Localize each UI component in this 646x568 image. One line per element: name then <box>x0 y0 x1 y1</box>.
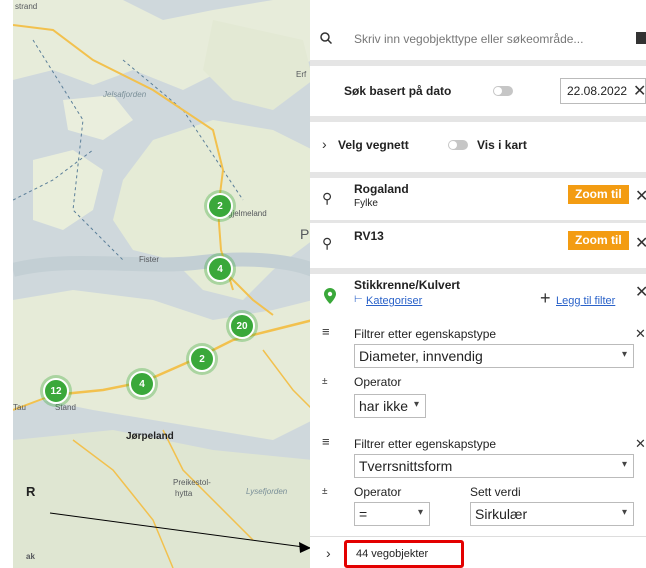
map-cluster-marker[interactable]: 12 <box>43 378 69 404</box>
filter-icon: ≡ <box>322 324 330 339</box>
map-label: R <box>26 484 36 499</box>
date-filter-label: Søk basert på dato <box>344 84 452 98</box>
categorize-link[interactable]: Kategoriser <box>366 295 422 307</box>
chevron-down-icon: ▾ <box>621 459 627 470</box>
map-label: Fister <box>139 255 159 264</box>
chevron-down-icon: ▾ <box>621 349 627 360</box>
area-name: RV13 <box>354 229 384 243</box>
search-bar: Skriv inn vegobjekttype eller søkeområde… <box>310 0 646 60</box>
date-filter-toggle[interactable] <box>493 86 513 96</box>
map-layers-icon[interactable] <box>636 32 646 44</box>
map-label: hytta <box>175 489 193 498</box>
road-network-label: Velg vegnett <box>338 138 409 152</box>
property-value: Tverrsnittsform <box>359 458 453 474</box>
operator-label: Operator <box>354 485 402 499</box>
road-network-row[interactable]: › Velg vegnett Vis i kart <box>310 122 646 172</box>
filter-icon: ≡ <box>322 434 330 449</box>
map-label-water: Jelsafjorden <box>103 90 147 99</box>
chevron-down-icon: ▾ <box>621 507 627 518</box>
filter-heading: Filtrer etter egenskapstype <box>354 327 497 341</box>
object-type-name: Stikkrenne/Kulvert <box>354 278 461 292</box>
map-cluster-marker[interactable]: 4 <box>207 256 233 282</box>
clear-date-icon[interactable]: ✕ <box>633 81 646 101</box>
remove-area-icon[interactable]: ✕ <box>635 186 646 206</box>
zoom-to-button[interactable]: Zoom til <box>568 185 629 204</box>
object-type-card: Stikkrenne/Kulvert ⊢ Kategoriser + Legg … <box>310 274 646 568</box>
value-value: Sirkulær <box>475 506 528 522</box>
date-value: 22.08.2022 <box>567 84 628 98</box>
remove-area-icon[interactable]: ✕ <box>635 233 646 253</box>
operator-value: = <box>359 506 368 522</box>
map-label: Preikestol- <box>173 478 211 487</box>
results-count: 44 vegobjekter <box>356 548 429 560</box>
location-pin-icon: ⚲ <box>322 190 333 206</box>
operator-select[interactable]: = ▾ <box>354 502 430 526</box>
location-pin-icon: ⚲ <box>322 235 333 251</box>
chevron-down-icon: ▾ <box>413 399 419 410</box>
date-filter-row: Søk basert på dato 22.08.2022 ✕ <box>310 66 646 116</box>
show-network-toggle[interactable] <box>448 140 468 150</box>
property-value: Diameter, innvendig <box>359 348 483 364</box>
categorize-icon: ⊢ <box>354 294 363 305</box>
map-cluster-marker[interactable]: 20 <box>229 313 255 339</box>
value-label: Sett verdi <box>470 485 521 499</box>
remove-filter-icon[interactable]: ✕ <box>635 326 646 342</box>
green-pin-icon <box>324 288 336 304</box>
map-cluster-marker[interactable]: 2 <box>189 346 215 372</box>
map-label: P <box>300 226 310 242</box>
value-select[interactable]: Sirkulær ▾ <box>470 502 634 526</box>
operator-select[interactable]: har ikke ▾ <box>354 394 426 418</box>
zoom-to-button[interactable]: Zoom til <box>568 231 629 250</box>
map-label-water: Lysefjorden <box>246 487 288 496</box>
remove-object-type-icon[interactable]: ✕ <box>635 282 646 302</box>
property-select[interactable]: Tverrsnittsform ▾ <box>354 454 634 478</box>
app-frame: strand Jelsafjorden gjelmeland Fister Ta… <box>13 0 646 568</box>
remove-filter-icon[interactable]: ✕ <box>635 436 646 452</box>
area-type: Fylke <box>354 198 378 209</box>
add-filter-link[interactable]: Legg til filter <box>556 295 615 307</box>
side-panel: Skriv inn vegobjekttype eller søkeområde… <box>310 0 646 568</box>
area-item: ⚲ RV13 Zoom til ✕ <box>310 223 646 268</box>
map-cluster-marker[interactable]: 4 <box>129 371 155 397</box>
operator-label: Operator <box>354 375 402 389</box>
area-name: Rogaland <box>354 182 409 196</box>
filter-heading: Filtrer etter egenskapstype <box>354 437 497 451</box>
chevron-right-icon: › <box>326 545 331 561</box>
divider <box>310 536 646 537</box>
operator-value: har ikke <box>359 398 409 414</box>
map-label: Tau <box>13 403 26 412</box>
chevron-down-icon: ▾ <box>417 507 423 518</box>
property-select[interactable]: Diameter, innvendig ▾ <box>354 344 634 368</box>
map-label: Erf <box>296 70 307 79</box>
map-label-city: Jørpeland <box>126 431 174 442</box>
map-label: strand <box>15 2 38 11</box>
operator-icon: ± <box>322 376 328 387</box>
add-filter-icon[interactable]: + <box>540 288 551 309</box>
date-input[interactable]: 22.08.2022 ✕ <box>560 78 646 104</box>
results-highlight[interactable]: 44 vegobjekter <box>344 540 464 568</box>
search-input[interactable]: Skriv inn vegobjekttype eller søkeområde… <box>354 32 583 46</box>
map-label: Stand <box>55 403 76 412</box>
operator-icon: ± <box>322 486 328 497</box>
chevron-right-icon: › <box>322 136 327 152</box>
search-icon <box>320 32 332 44</box>
show-network-label: Vis i kart <box>477 138 527 152</box>
area-item: ⚲ Rogaland Fylke Zoom til ✕ <box>310 178 646 220</box>
map-label: ak <box>26 552 35 561</box>
map-label: gjelmeland <box>228 209 267 218</box>
map-cluster-marker[interactable]: 2 <box>207 193 233 219</box>
